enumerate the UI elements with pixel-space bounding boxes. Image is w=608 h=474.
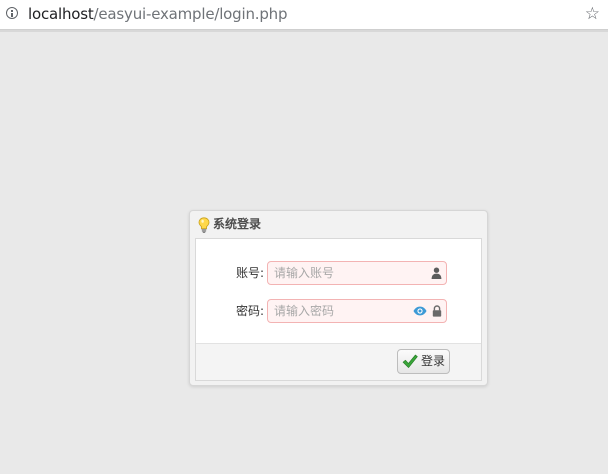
login-panel: 系统登录 账号: 密码: [189,210,488,386]
url-path: /easyui-example/login.php [93,5,288,23]
url-text[interactable]: localhost/easyui-example/login.php [28,4,287,24]
login-form: 账号: 密码: [195,238,482,381]
check-icon [402,354,418,368]
login-button-label: 登录 [421,354,446,368]
url-host: localhost [28,5,94,23]
account-input-box[interactable] [267,261,447,285]
account-input[interactable] [274,264,404,282]
browser-address-bar[interactable]: localhost/easyui-example/login.php ☆ [0,0,608,32]
account-label: 账号: [235,266,264,280]
panel-footer: 登录 [196,343,481,380]
password-label: 密码: [235,304,264,318]
password-row: 密码: [196,299,481,323]
panel-title: 系统登录 [213,217,262,231]
star-icon[interactable]: ☆ [585,4,600,24]
lightbulb-icon [198,217,210,233]
info-icon[interactable] [6,7,18,19]
password-input[interactable] [274,302,404,320]
panel-header: 系统登录 [190,211,487,238]
account-row: 账号: [196,261,481,285]
user-icon [431,267,442,279]
lock-icon [432,305,442,317]
password-input-box[interactable] [267,299,447,323]
login-button[interactable]: 登录 [397,349,450,374]
eye-icon[interactable] [413,306,427,316]
